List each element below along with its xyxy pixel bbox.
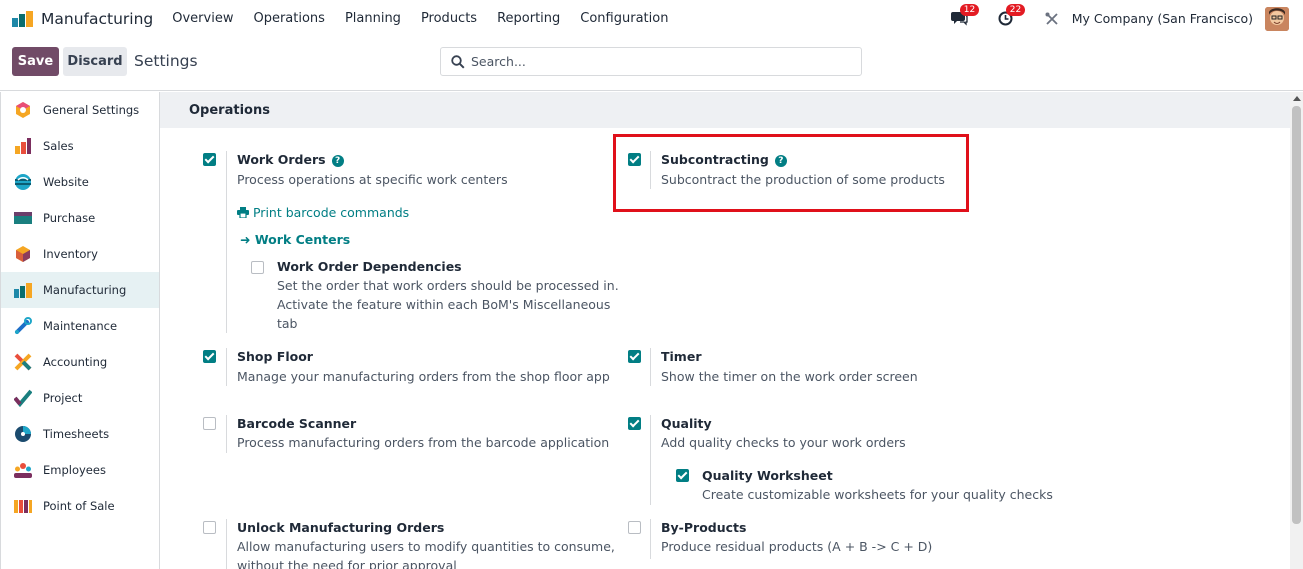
shop-floor-checkbox[interactable] [203,350,216,363]
unlock-mo-title: Unlock Manufacturing Orders [237,520,445,535]
menu-configuration[interactable]: Configuration [580,11,668,26]
app-brand[interactable]: Manufacturing [12,10,153,28]
wo-dependencies-checkbox[interactable] [251,261,264,274]
timesheets-clock-icon [15,426,31,442]
unlock-mo-desc-line1: Allow manufacturing users to modify quan… [237,539,615,554]
maintenance-wrench-icon [15,317,32,334]
sidebar-item-inventory[interactable]: Inventory [1,236,159,272]
work-orders-title: Work Orders [237,152,326,167]
shop-floor-title: Shop Floor [237,349,313,364]
arrow-right-icon: ➜ [240,232,251,247]
activities-button[interactable]: 22 [996,3,1026,29]
scroll-up-arrow-icon[interactable] [1293,96,1301,101]
accounting-cross-icon [14,353,32,371]
messages-badge: 12 [959,3,980,16]
settings-content: Operations Work Orders? Process operatio… [160,92,1290,569]
printer-icon [237,207,249,219]
wo-dependencies-title: Work Order Dependencies [277,259,462,274]
sales-chart-icon [15,138,31,154]
page-title: Settings [134,52,198,70]
sidebar-item-project[interactable]: Project [1,380,159,416]
barcode-scanner-title: Barcode Scanner [237,416,357,431]
company-switcher[interactable]: My Company (San Francisco) [1072,11,1253,26]
quality-worksheet-desc: Create customizable worksheets for your … [702,487,1053,502]
by-products-desc: Produce residual products (A + B -> C + … [661,539,933,554]
app-name: Manufacturing [41,9,154,28]
by-products-checkbox[interactable] [628,521,641,534]
sidebar-item-employees[interactable]: Employees [1,452,159,488]
help-icon[interactable]: ? [331,155,344,167]
manufacturing-bars-icon [14,283,32,298]
wo-dependencies-desc-line1: Set the order that work orders should be… [277,278,619,293]
timer-checkbox[interactable] [628,350,641,363]
menu-planning[interactable]: Planning [345,11,401,26]
messages-button[interactable]: 12 [950,3,980,29]
barcode-scanner-desc: Process manufacturing orders from the ba… [237,435,610,450]
sidebar-item-sales[interactable]: Sales [1,128,159,164]
quality-checkbox[interactable] [628,417,641,430]
employees-people-icon [14,463,32,478]
discard-button[interactable]: Discard [63,47,127,76]
print-barcode-link[interactable]: Print barcode commands [237,205,409,220]
sidebar-item-maintenance[interactable]: Maintenance [1,308,159,344]
activities-badge: 22 [1005,3,1026,16]
work-orders-checkbox[interactable] [203,153,216,166]
unlock-mo-desc-line2: without the need for prior approval [237,558,457,569]
timer-title: Timer [661,349,702,364]
top-navbar: Manufacturing Overview Operations Planni… [0,0,1303,37]
main-menu: Overview Operations Planning Products Re… [172,11,688,26]
user-avatar[interactable] [1265,6,1289,31]
sidebar-item-point-of-sale[interactable]: Point of Sale [1,488,159,524]
project-check-icon [14,389,32,407]
navbar-systray: 12 22 My Company (San Francisco) [950,0,1289,37]
manufacturing-app-icon [12,10,34,27]
scrollbar-thumb[interactable] [1292,106,1301,524]
highlight-box [613,134,969,212]
search-icon [451,54,465,69]
control-panel: Save Discard Settings [0,37,1303,91]
section-title: Operations [189,103,270,118]
sidebar-item-purchase[interactable]: Purchase [1,200,159,236]
vertical-scrollbar[interactable] [1290,92,1303,569]
work-centers-link[interactable]: ➜ Work Centers [240,232,350,247]
tools-icon [1045,12,1058,25]
sidebar-item-timesheets[interactable]: Timesheets [1,416,159,452]
menu-operations[interactable]: Operations [253,11,324,26]
purchase-card-icon [14,212,32,224]
wo-dependencies-desc-line3: tab [277,316,298,331]
section-header: Operations [160,92,1290,128]
sidebar-item-website[interactable]: Website [1,164,159,200]
menu-overview[interactable]: Overview [172,11,233,26]
shop-floor-desc: Manage your manufacturing orders from th… [237,369,610,384]
search-box[interactable] [440,47,862,76]
sidebar-item-accounting[interactable]: Accounting [1,344,159,380]
settings-sidebar: General Settings Sales Website Purchase … [0,92,160,569]
unlock-mo-checkbox[interactable] [203,521,216,534]
menu-reporting[interactable]: Reporting [497,11,560,26]
pos-store-icon [14,500,32,513]
quality-worksheet-checkbox[interactable] [676,469,689,482]
timer-desc: Show the timer on the work order screen [661,369,918,384]
quality-worksheet-title: Quality Worksheet [702,468,833,483]
quality-desc: Add quality checks to your work orders [661,435,906,450]
quality-title: Quality [661,416,712,431]
work-orders-desc: Process operations at specific work cent… [237,172,508,187]
user-face-icon [1265,6,1289,31]
sidebar-item-general-settings[interactable]: General Settings [1,92,159,128]
search-input[interactable] [471,54,851,69]
menu-products[interactable]: Products [421,11,477,26]
by-products-title: By-Products [661,520,747,535]
sidebar-item-manufacturing[interactable]: Manufacturing [1,272,159,308]
website-globe-icon [15,174,31,190]
inventory-box-icon [16,246,30,262]
debug-tools-button[interactable] [1042,9,1062,29]
save-button[interactable]: Save [12,47,59,76]
barcode-scanner-checkbox[interactable] [203,417,216,430]
odoo-logo-icon [16,102,30,118]
wo-dependencies-desc-line2: Activate the feature within each BoM's M… [277,297,611,312]
